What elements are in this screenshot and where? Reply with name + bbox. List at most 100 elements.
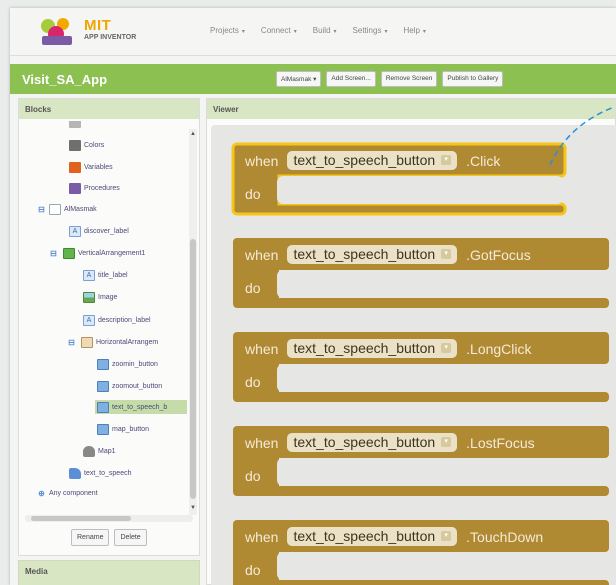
screen-icon: [49, 203, 61, 215]
annotation-dashed-line: [549, 106, 615, 166]
image-icon: [83, 291, 95, 303]
menu-connect-label: Connect: [260, 26, 291, 35]
tree-item-horizontalarrangement[interactable]: HorizontalArrangem: [81, 335, 158, 349]
blocks-panel-buttons: Rename Delete: [71, 529, 147, 546]
collapse-toggle-icon[interactable]: ⊟: [49, 249, 58, 258]
button-icon: [97, 358, 109, 370]
collapse-toggle-icon[interactable]: ⊟: [37, 205, 46, 214]
button-icon: [97, 380, 109, 392]
event-block-header: when text_to_speech_button ▾ .LongClick: [245, 339, 532, 358]
tree-horizontal-scrollbar[interactable]: [25, 515, 193, 522]
blocks-tree: Colors Variables Procedures ⊟ AlMasmak A…: [19, 121, 189, 513]
media-panel-header: Media: [25, 567, 48, 576]
menu-settings-label: Settings: [352, 26, 382, 35]
event-block-header: when text_to_speech_button ▾ .TouchDown: [245, 527, 543, 546]
tree-item-text-to-speech-button[interactable]: text_to_speech_b: [95, 400, 187, 414]
remove-screen-button[interactable]: Remove Screen: [380, 71, 438, 87]
menu-build-label: Build: [312, 26, 331, 35]
tree-item-verticalarrangement1[interactable]: VerticalArrangement1: [63, 246, 145, 260]
collapse-toggle-icon[interactable]: ⊟: [67, 338, 76, 347]
component-dropdown[interactable]: text_to_speech_button ▾: [287, 245, 458, 264]
event-name: .GotFocus: [466, 246, 531, 263]
do-keyword: do: [245, 280, 261, 296]
tree-item-procedures[interactable]: Procedures: [69, 181, 120, 195]
event-block-lostfocus[interactable]: when text_to_speech_button ▾ .LostFocus d…: [231, 424, 611, 504]
component-dropdown[interactable]: text_to_speech_button ▾: [287, 151, 458, 170]
event-block-gotfocus[interactable]: when text_to_speech_button ▾ .GotFocus do: [231, 236, 611, 316]
tree-item-variables[interactable]: Variables: [69, 160, 113, 174]
tree-item-text-to-speech[interactable]: text_to_speech: [69, 466, 131, 480]
app-window: MIT APP INVENTOR Projects ▾ Connect ▾ Buil…: [10, 8, 616, 585]
tree-item-map-button[interactable]: map_button: [97, 422, 149, 436]
when-keyword: when: [245, 246, 279, 263]
blocks-panel: Blocks Colors Variables Procedures ⊟ AlM…: [18, 98, 200, 556]
scroll-up-icon[interactable]: ▲: [190, 131, 196, 137]
scroll-down-icon[interactable]: ▼: [190, 505, 196, 511]
rename-button[interactable]: Rename: [71, 529, 110, 546]
component-dropdown[interactable]: text_to_speech_button ▾: [287, 339, 458, 358]
tree-item-colors[interactable]: Colors: [69, 138, 104, 152]
screen-select-label: AlMasmak: [281, 76, 312, 83]
scrollbar-thumb[interactable]: [190, 239, 196, 499]
tree-item-label: description_label: [98, 316, 151, 324]
project-title: Visit_SA_App: [22, 72, 108, 87]
logo-mit-text: MIT: [84, 17, 112, 34]
scrollbar-thumb[interactable]: [31, 516, 131, 521]
tree-item-label: Map1: [98, 447, 116, 455]
project-bar: Visit_SA_App AlMasmak ▾ Add Screen... Re…: [10, 64, 616, 94]
chevron-down-icon: ▾: [422, 29, 426, 35]
event-block-header: when text_to_speech_button ▾ .GotFocus: [245, 245, 531, 264]
procedures-drawer-icon: [69, 182, 81, 194]
menu-projects-label: Projects: [210, 26, 239, 35]
dropdown-arrow-icon: ▾: [441, 249, 452, 259]
tree-item-label: discover_label: [84, 227, 129, 235]
menu-help-label: Help: [403, 26, 420, 35]
chevron-down-icon: ▾: [333, 29, 337, 35]
event-name: .LongClick: [466, 340, 532, 357]
screen-select-button[interactable]: AlMasmak ▾: [276, 71, 322, 87]
logo-subtext: APP INVENTOR: [84, 34, 137, 41]
tree-item-zoomout-button[interactable]: zoomout_button: [97, 379, 162, 393]
tree-item-label: Any component: [49, 489, 98, 497]
menu-settings[interactable]: Settings ▾: [353, 26, 388, 35]
tree-item-almasmak[interactable]: AlMasmak: [49, 202, 97, 216]
component-dropdown[interactable]: text_to_speech_button ▾: [287, 433, 458, 452]
menu-connect[interactable]: Connect ▾: [261, 26, 297, 35]
button-icon: [97, 401, 109, 413]
blocks-panel-header: Blocks: [19, 99, 199, 119]
tree-item-any-component[interactable]: Any component: [49, 486, 98, 500]
tree-item-label: zoomin_button: [112, 360, 158, 368]
menu-help[interactable]: Help ▾: [403, 26, 425, 35]
tree-item-image[interactable]: Image: [83, 290, 117, 304]
event-block-longclick[interactable]: when text_to_speech_button ▾ .LongClick d…: [231, 330, 611, 410]
tree-item-title-label[interactable]: A title_label: [83, 268, 128, 282]
map-icon: [83, 445, 95, 457]
menu-projects[interactable]: Projects ▾: [210, 26, 245, 35]
tree-vertical-scrollbar[interactable]: ▲ ▼: [189, 129, 197, 515]
component-name: text_to_speech_button: [293, 340, 436, 356]
menu-build[interactable]: Build ▾: [313, 26, 337, 35]
delete-button[interactable]: Delete: [114, 529, 147, 546]
tree-item-partial[interactable]: [69, 121, 84, 129]
label-icon: A: [69, 225, 81, 237]
tree-item-label: title_label: [98, 271, 128, 279]
component-name: text_to_speech_button: [293, 528, 436, 544]
app-inventor-logo[interactable]: MIT APP INVENTOR: [36, 16, 156, 48]
chevron-down-icon: ▾: [384, 29, 388, 35]
tree-item-map1[interactable]: Map1: [83, 444, 116, 458]
tree-item-zoomin-button[interactable]: zoomin_button: [97, 357, 158, 371]
expand-toggle-icon[interactable]: ⊕: [37, 489, 46, 498]
tree-item-discover-label[interactable]: A discover_label: [69, 224, 129, 238]
top-bar: MIT APP INVENTOR Projects ▾ Connect ▾ Buil…: [10, 8, 616, 56]
chevron-down-icon: ▾: [313, 76, 317, 83]
dropdown-arrow-icon: ▾: [441, 343, 452, 353]
tree-item-description-label[interactable]: A description_label: [83, 313, 151, 327]
add-screen-button[interactable]: Add Screen...: [326, 71, 376, 87]
mit-logo-icon: [41, 18, 72, 45]
component-dropdown[interactable]: text_to_speech_button ▾: [287, 527, 458, 546]
publish-gallery-button[interactable]: Publish to Gallery: [442, 71, 504, 87]
blocks-workspace[interactable]: when text_to_speech_button ▾ .Click do wh…: [211, 125, 616, 585]
label-icon: A: [83, 314, 95, 326]
event-block-touchdown[interactable]: when text_to_speech_button ▾ .TouchDown d…: [231, 518, 611, 585]
dropdown-arrow-icon: ▾: [441, 531, 452, 541]
